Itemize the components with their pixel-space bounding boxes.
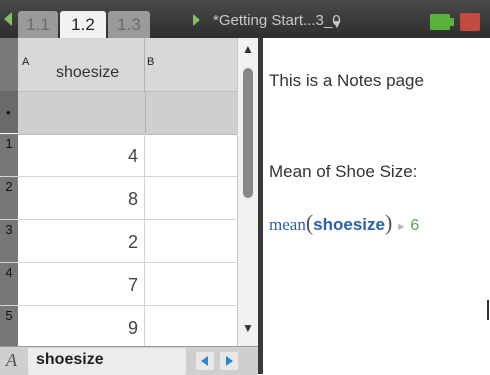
tab-1-1[interactable]: 1.1 <box>18 11 58 38</box>
tab-1-3[interactable]: 1.3 <box>108 11 150 38</box>
lists-spreadsheet: A shoesize B • 1 4 2 8 3 2 4 7 5 9 ▲ ▼ <box>0 38 259 349</box>
document-title: *Getting Start...3_0 <box>213 12 341 29</box>
row-number: 2 <box>0 177 18 219</box>
chevron-down-icon[interactable]: ▼ <box>331 17 343 31</box>
cell-b2[interactable] <box>145 177 237 219</box>
table-row: 4 7 <box>0 263 237 306</box>
previous-arrow-icon[interactable] <box>196 352 214 370</box>
arrow-left-icon[interactable] <box>4 12 12 26</box>
table-row: 1 4 <box>0 134 237 177</box>
cell-a4[interactable]: 7 <box>18 263 145 305</box>
row-number: 3 <box>0 220 18 262</box>
scroll-down-icon[interactable]: ▼ <box>242 321 254 335</box>
top-tab-bar: 1.1 1.2 1.3 *Getting Start...3_0 ▼ <box>0 0 490 38</box>
close-icon[interactable] <box>460 13 480 31</box>
formula-row-marker: • <box>0 91 18 133</box>
scroll-thumb[interactable] <box>243 68 253 198</box>
mean-label: Mean of Shoe Size: <box>269 162 418 181</box>
next-arrow-icon[interactable] <box>220 352 238 370</box>
row-number: 1 <box>0 134 18 176</box>
text-cursor <box>487 300 489 320</box>
cell-a2[interactable]: 8 <box>18 177 145 219</box>
formula-row[interactable] <box>18 91 237 135</box>
cell-a1[interactable]: 4 <box>18 134 145 176</box>
cell-b4[interactable] <box>145 263 237 305</box>
cell-reference-bar: A shoesize <box>0 346 258 375</box>
cell-b1[interactable] <box>145 134 237 176</box>
mean-argument: shoesize <box>313 215 385 234</box>
cell-reference-label[interactable]: shoesize <box>28 348 186 375</box>
result-arrow-icon: ▸ <box>398 219 405 233</box>
table-row: 5 9 <box>0 306 237 349</box>
column-letter-a: A <box>22 56 30 68</box>
column-name-a: shoesize <box>56 64 120 81</box>
vertical-scrollbar[interactable]: ▲ ▼ <box>237 38 259 346</box>
row-number: 4 <box>0 263 18 305</box>
column-header-b[interactable]: B <box>145 38 237 91</box>
cell-a5[interactable]: 9 <box>18 306 145 348</box>
cell-reference-icon: A <box>6 350 17 370</box>
column-header-a[interactable]: A shoesize <box>18 38 145 91</box>
battery-icon <box>430 14 456 30</box>
mean-result: 6 <box>410 217 420 234</box>
cell-a3[interactable]: 2 <box>18 220 145 262</box>
row-number: 5 <box>0 306 18 348</box>
sheet-corner <box>0 38 18 91</box>
cell-b5[interactable] <box>145 306 237 348</box>
scroll-up-icon[interactable]: ▲ <box>242 42 254 56</box>
column-letter-b: B <box>147 56 155 68</box>
notes-page[interactable]: This is a Notes page Mean of Shoe Size: … <box>263 38 490 374</box>
mean-expression[interactable]: mean(shoesize) ▸ 6 <box>269 210 419 236</box>
table-row: 3 2 <box>0 220 237 263</box>
table-row: 2 8 <box>0 177 237 220</box>
cell-b3[interactable] <box>145 220 237 262</box>
data-rows: 1 4 2 8 3 2 4 7 5 9 <box>0 134 237 349</box>
notes-heading: This is a Notes page <box>269 71 424 90</box>
arrow-right-icon[interactable] <box>193 14 200 26</box>
mean-function: mean <box>269 215 306 234</box>
tab-1-2[interactable]: 1.2 <box>60 11 106 38</box>
